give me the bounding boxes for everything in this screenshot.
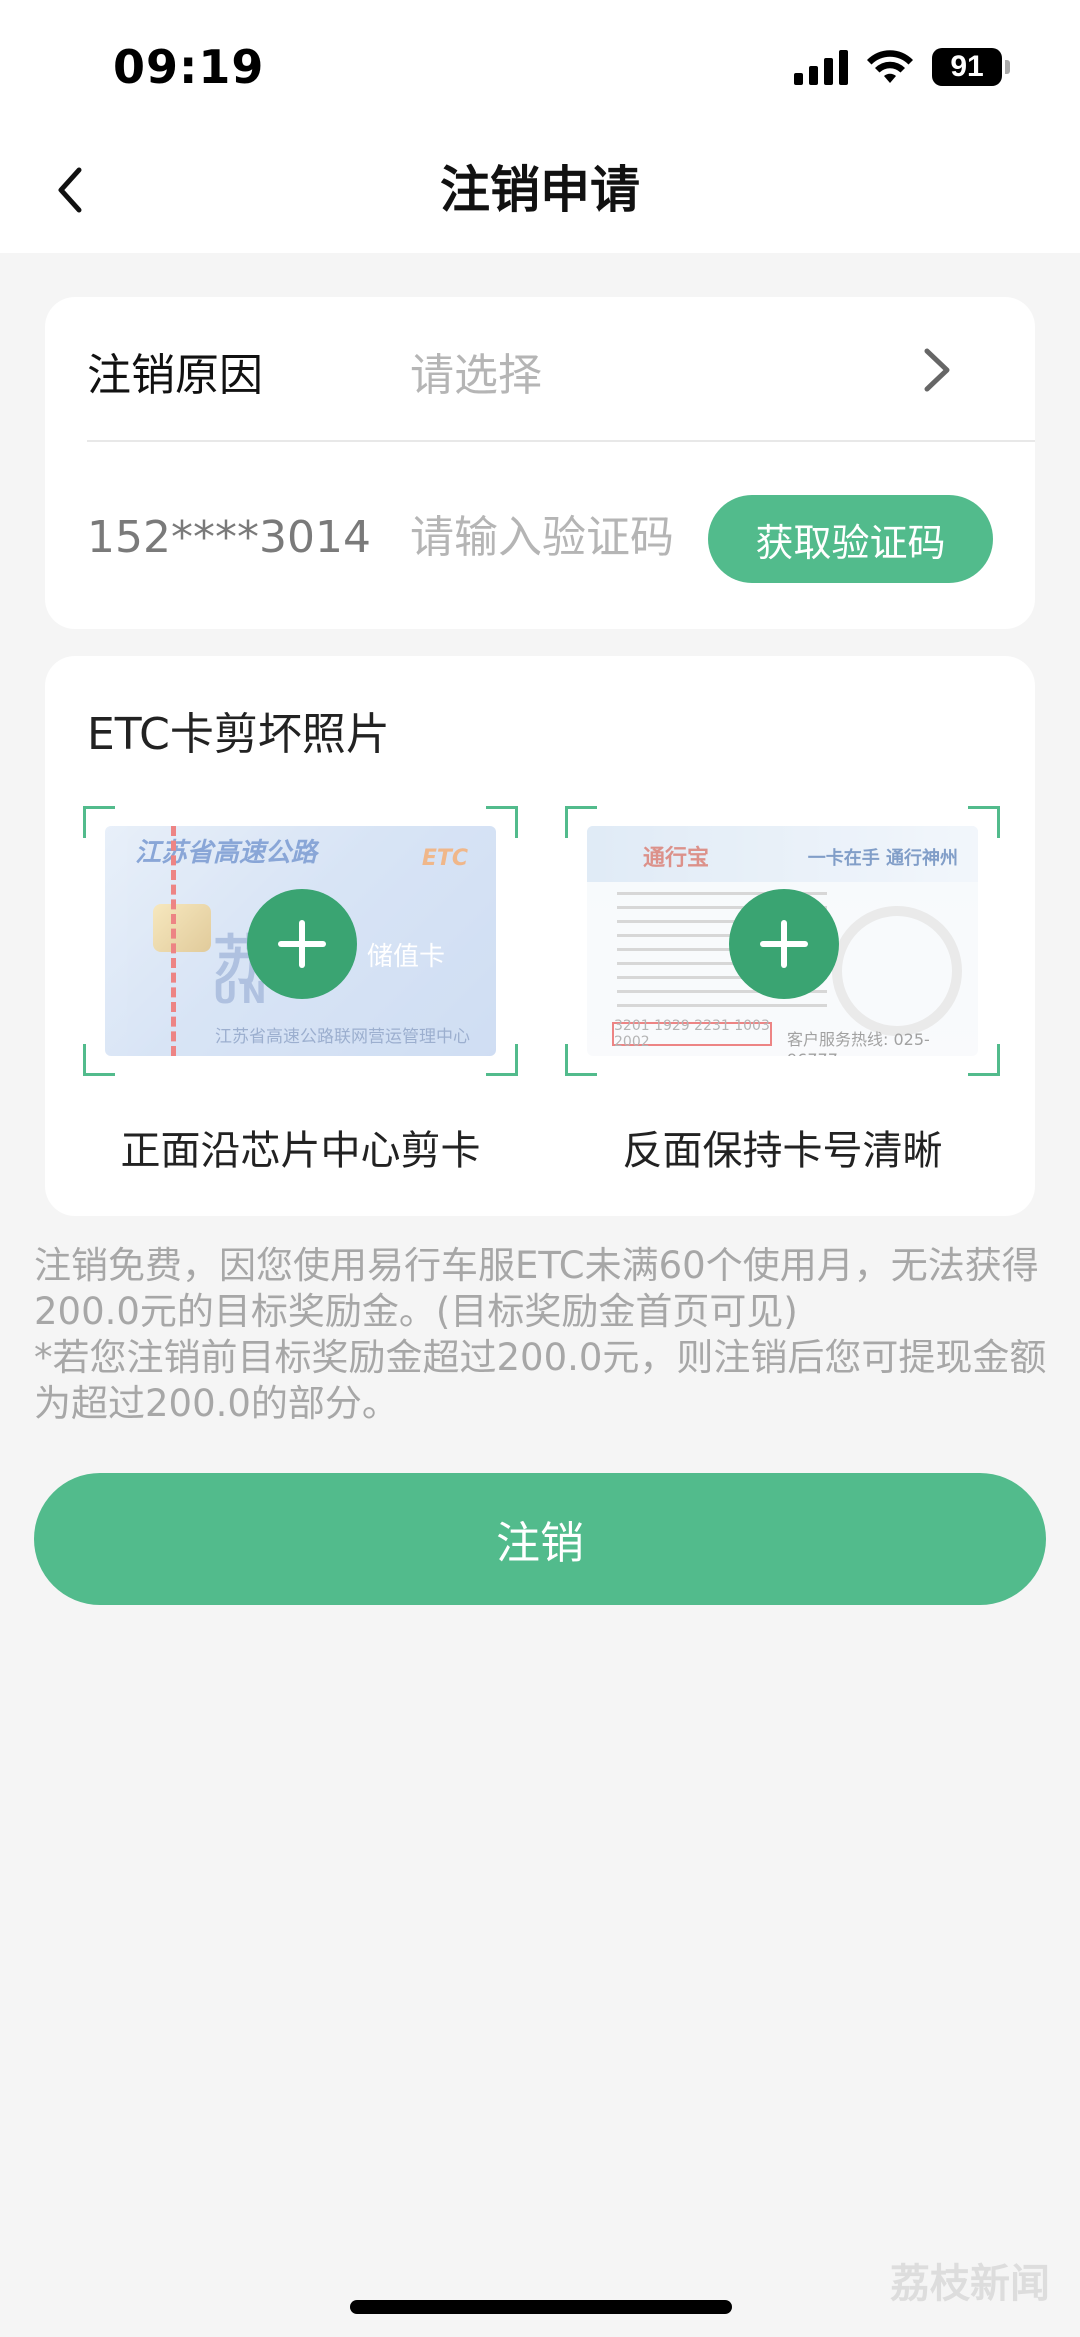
notice-text: 注销免费，因您使用易行车服ETC未满60个使用月，无法获得200.0元的目标奖励… — [34, 1243, 1054, 1427]
chevron-right-icon — [924, 348, 950, 392]
front-photo-caption: 正面沿芯片中心剪卡 — [120, 1128, 481, 1174]
status-bar: 09:19 91 — [0, 0, 1080, 140]
cancel-reason-placeholder: 请选择 — [410, 350, 542, 401]
front-photo-upload[interactable]: 江苏省高速公路 ETC 苏 UN 储值卡 江苏省高速公路联网营运管理中心 — [83, 806, 518, 1076]
cancel-reason-row[interactable]: 注销原因 请选择 — [45, 297, 1035, 441]
status-time: 09:19 — [113, 40, 265, 94]
watermark: 荔枝新闻 — [890, 2261, 1050, 2307]
photo-section-title: ETC卡剪坏照片 — [87, 709, 390, 760]
divider — [87, 440, 1035, 442]
form-card: 注销原因 请选择 152****3014 获取验证码 — [45, 297, 1035, 629]
back-photo-upload[interactable]: 通行宝 一卡在手 通行神州 3201 1929 2231 1003 2002 客… — [565, 806, 1000, 1076]
get-code-button[interactable]: 获取验证码 — [708, 495, 993, 583]
back-photo-caption: 反面保持卡号清晰 — [622, 1128, 943, 1174]
nav-header: 注销申请 — [0, 120, 1080, 253]
verification-code-input[interactable] — [410, 497, 730, 577]
cancel-submit-button[interactable]: 注销 — [34, 1473, 1046, 1605]
wifi-icon — [867, 50, 913, 83]
chip-graphic — [153, 904, 211, 952]
battery-level: 91 — [932, 48, 1002, 86]
signal-icon — [794, 49, 848, 85]
phone-number: 152****3014 — [87, 512, 371, 563]
add-front-photo-icon[interactable] — [247, 889, 357, 999]
battery-icon: 91 — [932, 48, 1010, 86]
cancel-reason-label: 注销原因 — [87, 350, 263, 401]
photo-card: ETC卡剪坏照片 江苏省高速公路 ETC 苏 UN 储值卡 江苏省高速公路联网营… — [45, 656, 1035, 1216]
card-number: 3201 1929 2231 1003 2002 — [612, 1018, 772, 1050]
notice-line-2: *若您注销前目标奖励金超过200.0元，则注销后您可提现金额为超过200.0的部… — [34, 1336, 1047, 1425]
cut-line — [171, 826, 176, 1056]
status-icons: 91 — [794, 48, 1010, 86]
add-back-photo-icon[interactable] — [729, 889, 839, 999]
notice-line-1: 注销免费，因您使用易行车服ETC未满60个使用月，无法获得200.0元的目标奖励… — [34, 1244, 1039, 1333]
page-title: 注销申请 — [440, 161, 640, 219]
home-indicator[interactable] — [350, 2300, 732, 2314]
seal-graphic — [832, 906, 962, 1036]
